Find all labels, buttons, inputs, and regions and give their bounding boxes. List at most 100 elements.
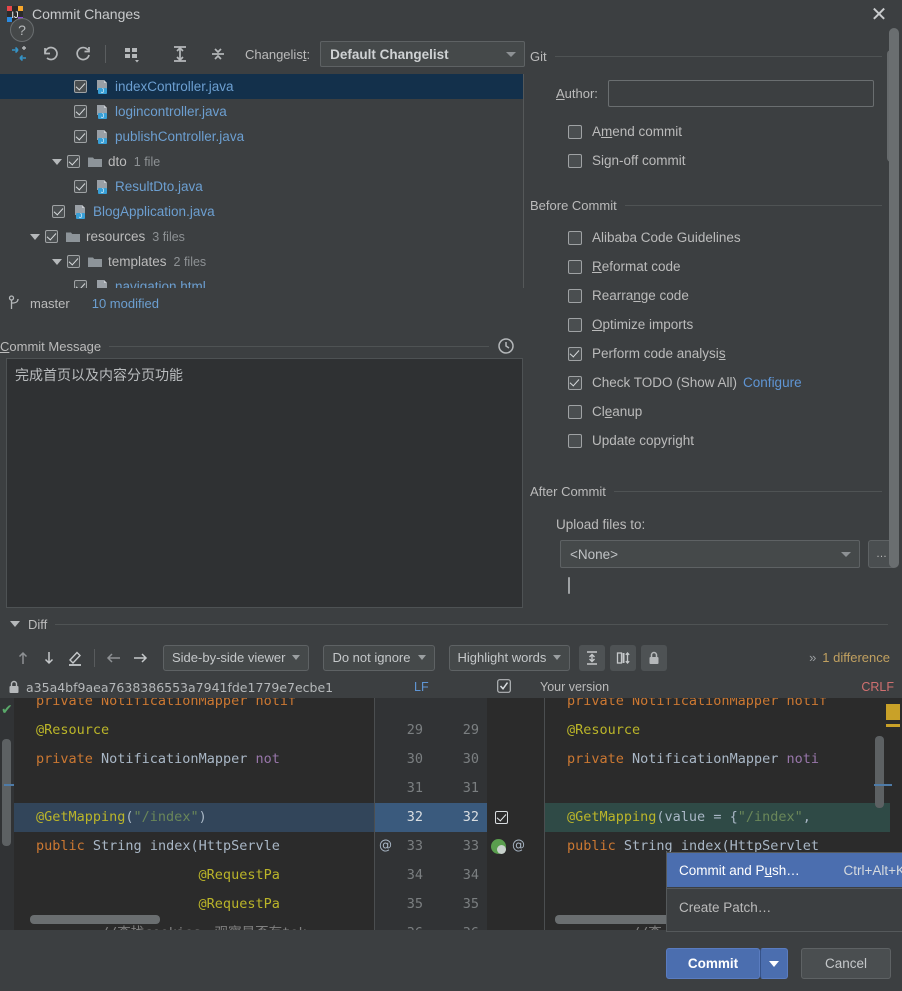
ignore-mode-select[interactable]: Do not ignore <box>323 644 435 671</box>
left-code-pane[interactable]: private NotificationMapper notif @Resourc… <box>14 698 375 930</box>
tree-row[interactable]: J BlogApplication.java <box>0 199 523 224</box>
option-update-copyright[interactable]: Update copyright <box>530 426 902 455</box>
option-reformat-code[interactable]: Reformat code <box>530 252 902 281</box>
right-line-number: 36 <box>431 919 487 930</box>
rearrange-code-checkbox[interactable] <box>568 288 582 303</box>
left-line-ending[interactable]: LF <box>414 680 429 694</box>
tree-row[interactable]: J ResultDto.java <box>0 174 523 199</box>
chevron-down-icon[interactable] <box>52 158 62 165</box>
left-horizontal-scrollbar[interactable] <box>30 915 160 924</box>
upload-files-label: Upload files to: <box>556 517 646 532</box>
right-change-line-marker <box>886 724 900 727</box>
alibaba-code-guidelines-checkbox[interactable] <box>568 230 582 245</box>
chevron-down-icon[interactable] <box>10 621 20 627</box>
cancel-button[interactable]: Cancel <box>801 948 891 979</box>
accept-right-icon[interactable] <box>127 645 153 671</box>
diff-accept-checkbox[interactable] <box>497 678 511 696</box>
option-cleanup[interactable]: Cleanup <box>530 397 902 426</box>
tree-row[interactable]: resources 3 files <box>0 224 523 249</box>
help-button[interactable]: ? <box>10 18 34 42</box>
author-field[interactable] <box>607 80 874 107</box>
left-line-number: 32 <box>375 803 431 832</box>
options-panel-scrollbar[interactable] <box>889 28 899 568</box>
left-vertical-scrollbar[interactable] <box>2 739 11 846</box>
check-todo-checkbox[interactable] <box>568 375 582 390</box>
menu-item-create-patch[interactable]: Create Patch… <box>667 890 902 924</box>
branch-name: master <box>30 295 70 311</box>
refresh-icon[interactable] <box>70 41 96 67</box>
branch-status-bar: master 10 modified <box>0 292 523 314</box>
previous-difference-icon[interactable] <box>10 645 36 671</box>
file-checkbox[interactable] <box>74 180 87 193</box>
file-checkbox[interactable] <box>74 130 87 143</box>
file-checkbox[interactable] <box>74 105 87 118</box>
commit-message-input[interactable]: 完成首页以及内容分页功能 <box>6 358 523 608</box>
collapse-all-icon[interactable] <box>205 41 231 67</box>
right-change-marker <box>886 704 900 720</box>
right-vertical-scrollbar[interactable] <box>875 736 884 808</box>
changelist-select[interactable]: Default Changelist <box>320 41 526 67</box>
amend-commit-checkbox[interactable] <box>568 124 582 139</box>
tree-row[interactable]: Jlogincontroller.java <box>0 99 523 124</box>
chevron-down-icon[interactable] <box>52 258 62 265</box>
partial-checkbox[interactable] <box>568 577 570 594</box>
option-rearrange-code[interactable]: Rearrange code <box>530 281 902 310</box>
tree-row[interactable]: templates 2 files <box>0 249 523 274</box>
collapse-unchanged-icon[interactable] <box>579 644 606 671</box>
file-checkbox[interactable] <box>52 205 65 218</box>
header-rule <box>109 345 489 347</box>
optimize-imports-checkbox[interactable] <box>568 317 582 332</box>
diff-line-checkbox[interactable] <box>495 811 508 824</box>
file-checkbox[interactable] <box>45 230 58 243</box>
upload-target-select[interactable]: <None> <box>560 540 860 568</box>
expand-all-icon[interactable] <box>167 41 193 67</box>
option-check-todo[interactable]: Check TODO (Show All) Configure <box>530 368 902 397</box>
expand-toolbar-icon[interactable]: » <box>809 650 816 665</box>
rollback-icon[interactable] <box>38 41 64 67</box>
spring-bean-icon[interactable] <box>491 839 506 854</box>
option-alibaba-code-guidelines[interactable]: Alibaba Code Guidelines <box>530 223 902 252</box>
synchronize-scroll-icon[interactable] <box>610 644 637 671</box>
cleanup-checkbox[interactable] <box>568 404 582 419</box>
file-checkbox[interactable] <box>67 255 80 268</box>
menu-item-commit-and-push[interactable]: Commit and Push… Ctrl+Alt+K <box>667 853 902 887</box>
code-line: private NotificationMapper not <box>36 751 280 767</box>
commit-button[interactable]: Commit <box>666 948 760 979</box>
perform-code-analysis-checkbox[interactable] <box>568 346 582 361</box>
highlight-mode-select[interactable]: Highlight words <box>448 644 571 671</box>
next-difference-icon[interactable] <box>36 645 62 671</box>
right-annotation-at-marker: @ <box>512 838 525 853</box>
file-checkbox[interactable] <box>74 280 87 288</box>
tree-row[interactable]: navigation.html <box>0 274 523 288</box>
option-sign-off-commit[interactable]: Sign-off commit <box>530 146 902 175</box>
chevron-down-icon[interactable] <box>30 233 40 240</box>
edit-source-icon[interactable] <box>62 645 88 671</box>
viewer-mode-select[interactable]: Side-by-side viewer <box>163 644 310 671</box>
configure-todo-link[interactable]: Configure <box>743 375 802 390</box>
right-line-ending[interactable]: CRLF <box>861 680 894 694</box>
file-checkbox[interactable] <box>67 155 80 168</box>
close-icon[interactable]: ✕ <box>866 2 892 26</box>
file-checkbox[interactable] <box>74 80 87 93</box>
accept-left-icon[interactable] <box>101 645 127 671</box>
group-by-icon[interactable] <box>119 41 145 67</box>
tree-row[interactable]: dto 1 file <box>0 149 523 174</box>
tree-row[interactable]: JpublishController.java <box>0 124 523 149</box>
modified-count-link[interactable]: 10 modified <box>92 296 159 311</box>
option-optimize-imports[interactable]: Optimize imports <box>530 310 902 339</box>
option-amend-commit[interactable]: Amend commit <box>530 117 902 146</box>
option-perform-code-analysis[interactable]: Perform code analysis <box>530 339 902 368</box>
changed-files-tree[interactable]: JindexController.java Jlogincontroller.ja… <box>0 74 523 288</box>
read-only-lock-icon[interactable] <box>641 644 668 671</box>
update-copyright-checkbox[interactable] <box>568 433 582 448</box>
git-group-label: Git <box>530 48 547 64</box>
sign-off-commit-checkbox[interactable] <box>568 153 582 168</box>
svg-text:J: J <box>101 139 104 145</box>
clock-history-icon[interactable] <box>497 337 515 355</box>
code-line: @GetMapping(value = {"/index", <box>545 803 890 832</box>
collapse-to-changes-icon[interactable] <box>6 41 32 67</box>
reformat-code-checkbox[interactable] <box>568 259 582 274</box>
commit-dropdown-menu[interactable]: Commit and Push… Ctrl+Alt+K Create Patch… <box>666 852 902 932</box>
tree-row[interactable]: JindexController.java <box>0 74 523 99</box>
commit-dropdown-button[interactable] <box>760 948 788 979</box>
